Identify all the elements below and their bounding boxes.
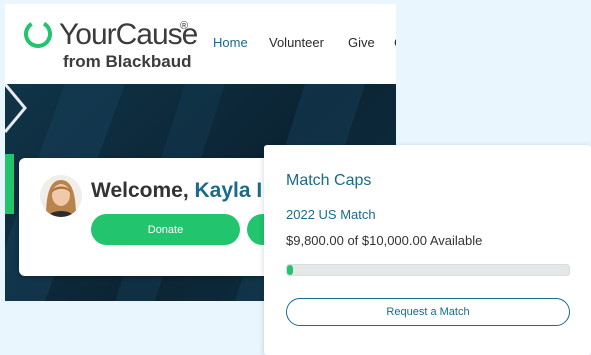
yourcause-logo[interactable]: YourCause ® from Blackbaud: [23, 16, 203, 76]
nav-item-give[interactable]: Give: [348, 35, 375, 50]
nav-item-partial[interactable]: C: [394, 35, 396, 50]
nav-item-home[interactable]: Home: [213, 35, 248, 50]
avatar-photo: [40, 175, 82, 217]
logo-name: YourCause: [59, 18, 198, 51]
nav-links: Home Volunteer Give C: [213, 35, 396, 55]
welcome-heading: Welcome, Kayla I: [91, 179, 262, 203]
match-available-amount: $9,800.00 of $10,000.00 Available: [286, 233, 483, 248]
welcome-card: Welcome, Kayla I Donate: [19, 158, 307, 276]
top-navbar: YourCause ® from Blackbaud Home Voluntee…: [5, 4, 396, 84]
request-match-button[interactable]: Request a Match: [286, 298, 570, 326]
donate-button[interactable]: Donate: [91, 214, 240, 245]
match-progress-fill: [287, 265, 293, 275]
match-caps-title: Match Caps: [286, 172, 372, 189]
avatar[interactable]: [40, 175, 82, 217]
welcome-cut-off-text: I: [256, 179, 263, 202]
welcome-greeting: Welcome,: [91, 179, 189, 202]
logo-registered-mark: ®: [180, 20, 189, 32]
logo-ring-icon: [24, 20, 52, 48]
welcome-user-name: Kayla: [194, 179, 251, 202]
match-caps-card: Match Caps 2022 US Match $9,800.00 of $1…: [264, 145, 591, 355]
match-program-name: 2022 US Match: [286, 207, 376, 222]
nav-item-volunteer[interactable]: Volunteer: [269, 35, 324, 50]
match-progress-bar: [286, 264, 570, 276]
logo-subtitle: from Blackbaud: [63, 52, 192, 71]
